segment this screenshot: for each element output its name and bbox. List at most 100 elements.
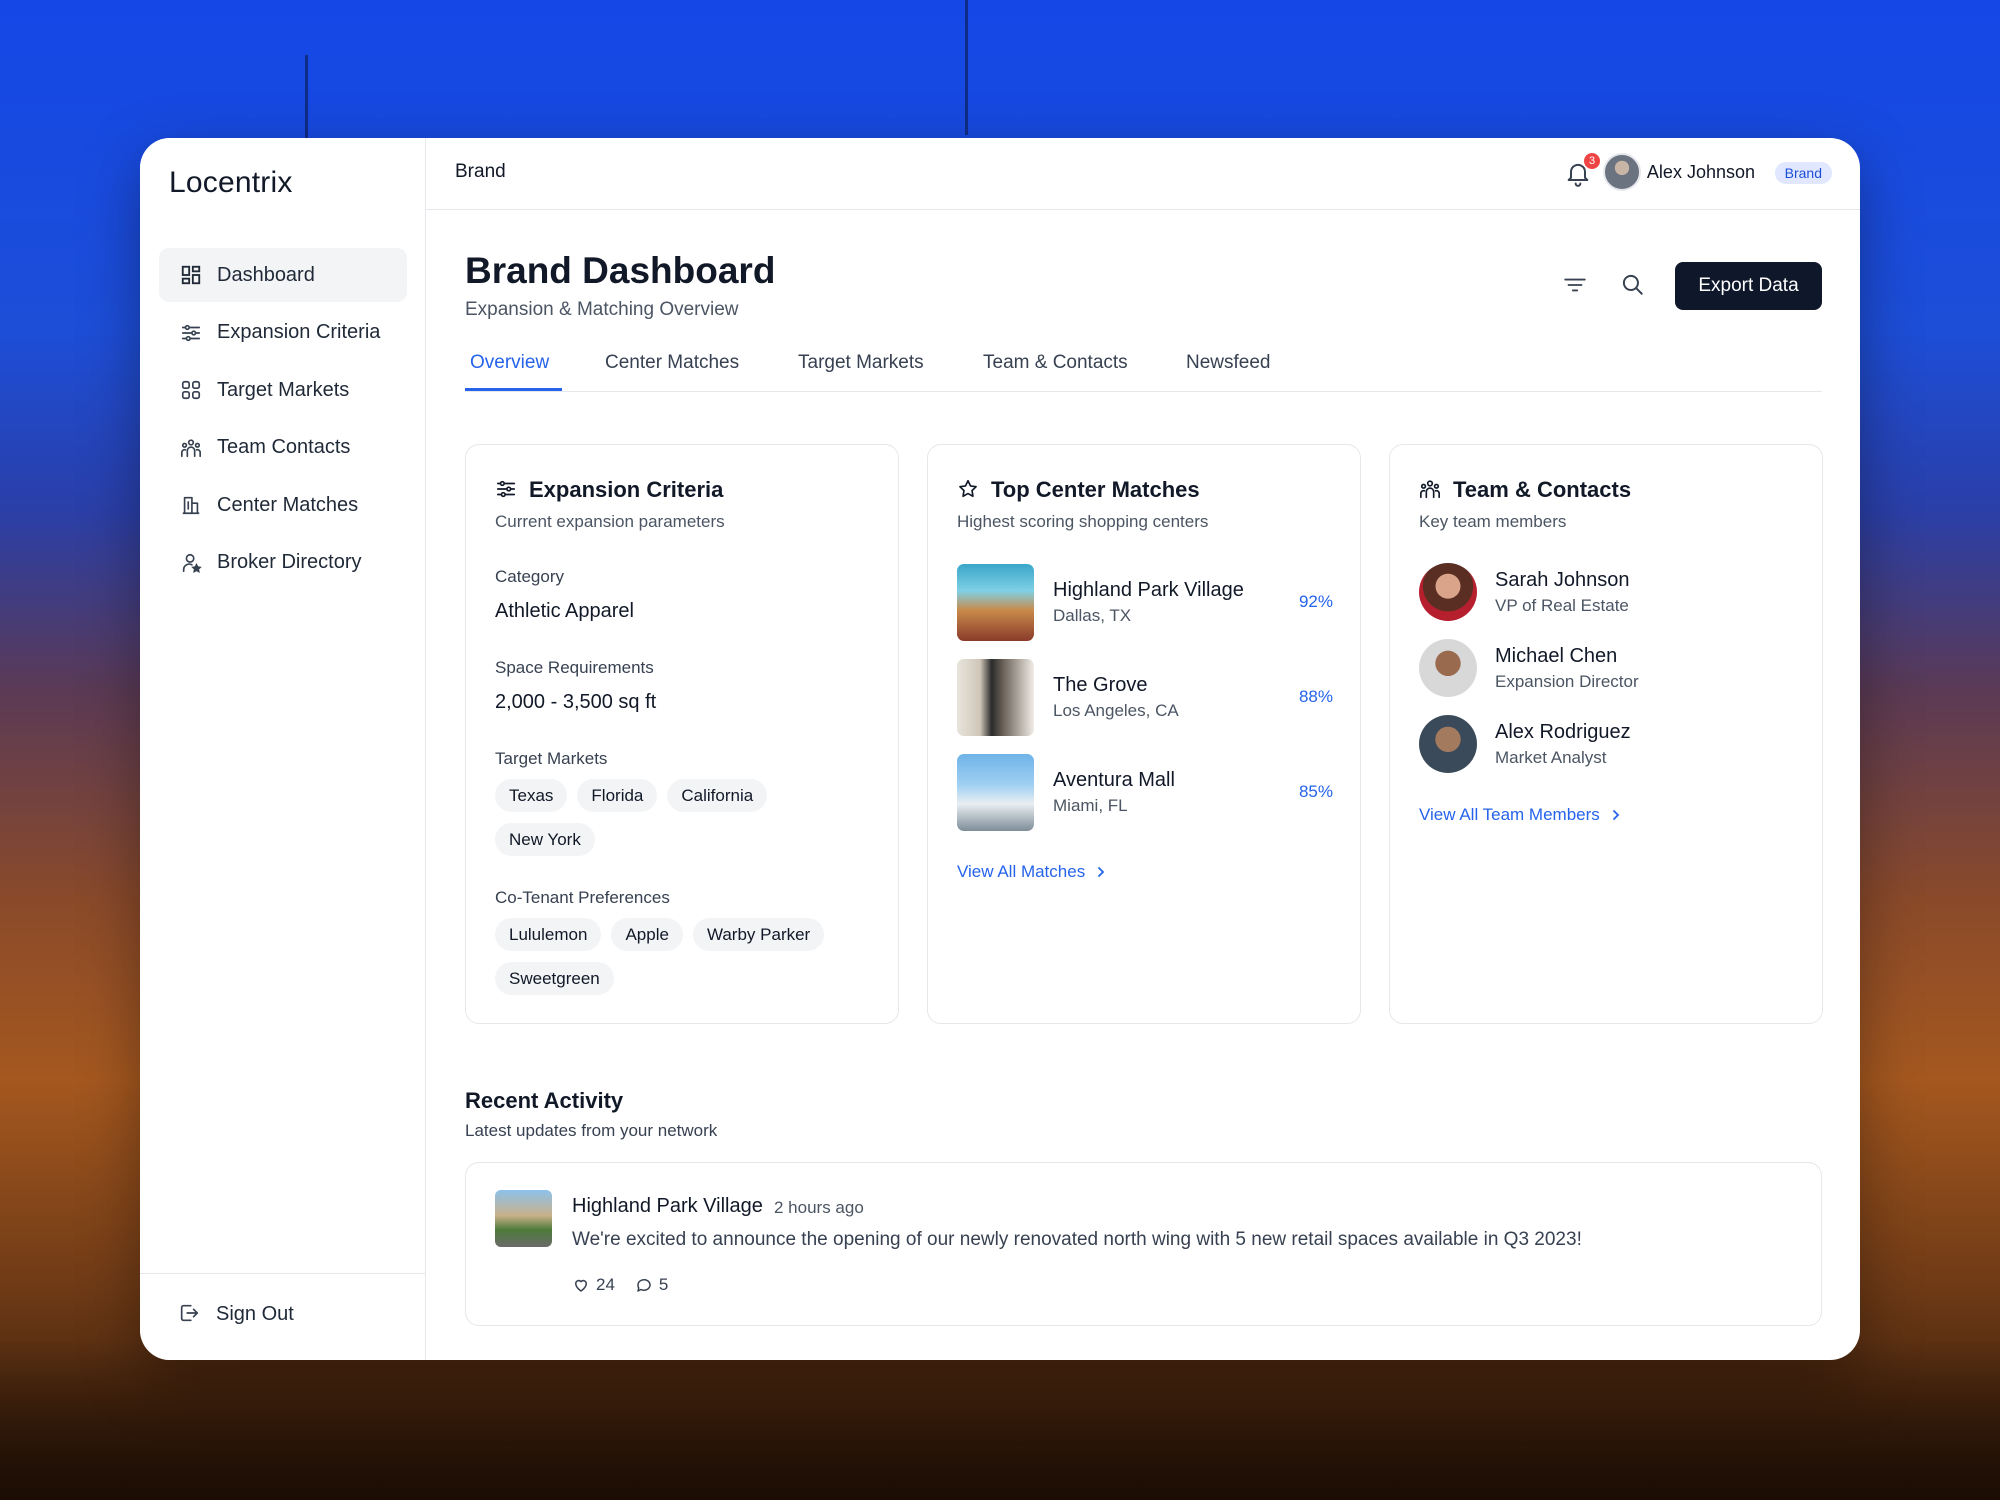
background-line — [965, 0, 968, 135]
sidebar-item-target-markets[interactable]: Target Markets — [159, 363, 407, 417]
sidebar-item-label: Center Matches — [217, 493, 359, 516]
sign-out-button[interactable]: Sign Out — [178, 1302, 294, 1326]
co-tenant-chip[interactable]: Apple — [611, 918, 683, 951]
market-chip[interactable]: Texas — [495, 779, 568, 812]
sidebar-item-label: Broker Directory — [217, 551, 362, 573]
match-item[interactable]: Highland Park Village Dallas, TX 92% — [957, 564, 1333, 642]
co-tenant-chips: Lululemon Apple Warby Parker Sweetgreen — [495, 918, 875, 995]
building-icon — [179, 493, 203, 517]
expansion-criteria-card: Expansion Criteria Current expansion par… — [465, 444, 899, 1024]
activity-author[interactable]: Highland Park Village — [572, 1195, 763, 1218]
center-thumbnail — [957, 659, 1034, 736]
sidebar-item-dashboard[interactable]: Dashboard — [159, 248, 407, 302]
center-thumbnail — [957, 754, 1034, 831]
card-subtitle: Key team members — [1419, 512, 1567, 531]
center-name: Aventura Mall — [1053, 769, 1175, 791]
card-title-text: Expansion Criteria — [529, 477, 724, 502]
heart-icon — [575, 1279, 587, 1292]
activity-stats: 24 5 — [572, 1275, 688, 1295]
sidebar-item-team-contacts[interactable]: Team Contacts — [159, 421, 407, 475]
sign-out-icon — [178, 1302, 202, 1326]
center-location: Miami, FL — [1053, 796, 1128, 815]
member-name: Alex Rodriguez — [1495, 721, 1631, 743]
recent-activity-title: Recent Activity — [465, 1088, 624, 1113]
notification-badge: 3 — [1584, 153, 1600, 169]
link-label: View All Team Members — [1419, 805, 1600, 824]
co-tenant-chip[interactable]: Lululemon — [495, 918, 602, 951]
team-member[interactable]: Michael Chen Expansion Director — [1419, 639, 1799, 699]
member-role: Market Analyst — [1495, 748, 1607, 767]
team-contacts-card: Team & Contacts Key team members Sarah J… — [1389, 444, 1823, 1024]
search-icon — [1622, 274, 1643, 295]
card-title-text: Team & Contacts — [1453, 477, 1632, 502]
export-data-button[interactable]: Export Data — [1675, 262, 1822, 310]
match-score: 85% — [1298, 782, 1333, 801]
tab-center-matches[interactable]: Center Matches — [605, 352, 739, 374]
sidebar-item-label: Dashboard — [217, 263, 315, 286]
breadcrumb: Brand — [455, 161, 506, 182]
match-score: 92% — [1298, 592, 1333, 611]
member-name: Sarah Johnson — [1495, 569, 1630, 591]
chevron-right-icon — [1095, 866, 1107, 878]
market-chip[interactable]: California — [667, 779, 768, 812]
co-tenant-chip[interactable]: Warby Parker — [692, 918, 825, 951]
comment-count: 5 — [658, 1275, 669, 1294]
co-tenant-label: Co-Tenant Preferences — [495, 888, 670, 907]
top-center-matches-card: Top Center Matches Highest scoring shopp… — [927, 444, 1361, 1024]
tab-overview[interactable]: Overview — [470, 352, 549, 374]
users-icon — [179, 436, 203, 460]
avatar — [1419, 563, 1477, 621]
center-thumbnail — [957, 564, 1034, 641]
space-requirements-label: Space Requirements — [495, 658, 654, 677]
user-name[interactable]: Alex Johnson — [1647, 162, 1755, 183]
grid-icon — [179, 378, 203, 402]
filter-button[interactable] — [1562, 272, 1590, 300]
background-shade — [0, 1340, 2000, 1500]
sliders-icon — [495, 478, 519, 502]
activity-time: 2 hours ago — [774, 1198, 864, 1217]
notifications-button[interactable]: 3 — [1564, 153, 1600, 190]
active-tab-indicator — [465, 388, 562, 391]
like-button[interactable]: 24 — [572, 1275, 615, 1295]
match-item[interactable]: Aventura Mall Miami, FL 85% — [957, 754, 1333, 832]
member-role: VP of Real Estate — [1495, 596, 1629, 615]
member-role: Expansion Director — [1495, 672, 1639, 691]
team-member[interactable]: Sarah Johnson VP of Real Estate — [1419, 563, 1799, 623]
space-requirements-value: 2,000 - 3,500 sq ft — [495, 691, 657, 713]
avatar — [1419, 639, 1477, 697]
category-value: Athletic Apparel — [495, 600, 634, 622]
user-avatar[interactable] — [1603, 153, 1641, 191]
star-icon — [957, 478, 981, 502]
search-button[interactable] — [1619, 271, 1647, 299]
tab-newsfeed[interactable]: Newsfeed — [1186, 352, 1271, 374]
view-all-team-link[interactable]: View All Team Members — [1419, 805, 1622, 825]
market-chip[interactable]: Florida — [577, 779, 658, 812]
sidebar-item-expansion-criteria[interactable]: Expansion Criteria — [159, 306, 407, 360]
avatar — [1419, 715, 1477, 773]
match-item[interactable]: The Grove Los Angeles, CA 88% — [957, 659, 1333, 737]
sidebar-nav: Dashboard Expansion Criteria Target Mark… — [159, 248, 407, 593]
tab-team-contacts[interactable]: Team & Contacts — [983, 352, 1128, 374]
co-tenant-chip[interactable]: Sweetgreen — [495, 962, 614, 995]
main-content: Brand Dashboard Expansion & Matching Ove… — [426, 210, 1860, 1360]
card-title: Team & Contacts — [1419, 477, 1631, 503]
team-member[interactable]: Alex Rodriguez Market Analyst — [1419, 715, 1799, 775]
target-markets-label: Target Markets — [495, 749, 608, 768]
sign-out-label: Sign Out — [216, 1302, 294, 1325]
link-label: View All Matches — [957, 862, 1086, 881]
category-label: Category — [495, 567, 564, 586]
activity-item: Highland Park Village 2 hours ago We're … — [465, 1162, 1822, 1326]
center-name: Highland Park Village — [1053, 579, 1244, 601]
like-count: 24 — [596, 1275, 615, 1294]
market-chip[interactable]: New York — [495, 823, 595, 856]
match-score: 88% — [1298, 687, 1333, 706]
sidebar-item-label: Team Contacts — [217, 436, 351, 458]
card-title: Expansion Criteria — [495, 477, 723, 503]
view-all-matches-link[interactable]: View All Matches — [957, 862, 1107, 882]
comment-button[interactable]: 5 — [635, 1275, 668, 1295]
sidebar-item-center-matches[interactable]: Center Matches — [159, 478, 407, 532]
card-title: Top Center Matches — [957, 477, 1200, 503]
app-window: Locentrix Dashboard Expansion Criteria T… — [140, 138, 1860, 1360]
tab-target-markets[interactable]: Target Markets — [798, 352, 924, 374]
sidebar-item-broker-directory[interactable]: Broker Directory — [159, 536, 407, 590]
